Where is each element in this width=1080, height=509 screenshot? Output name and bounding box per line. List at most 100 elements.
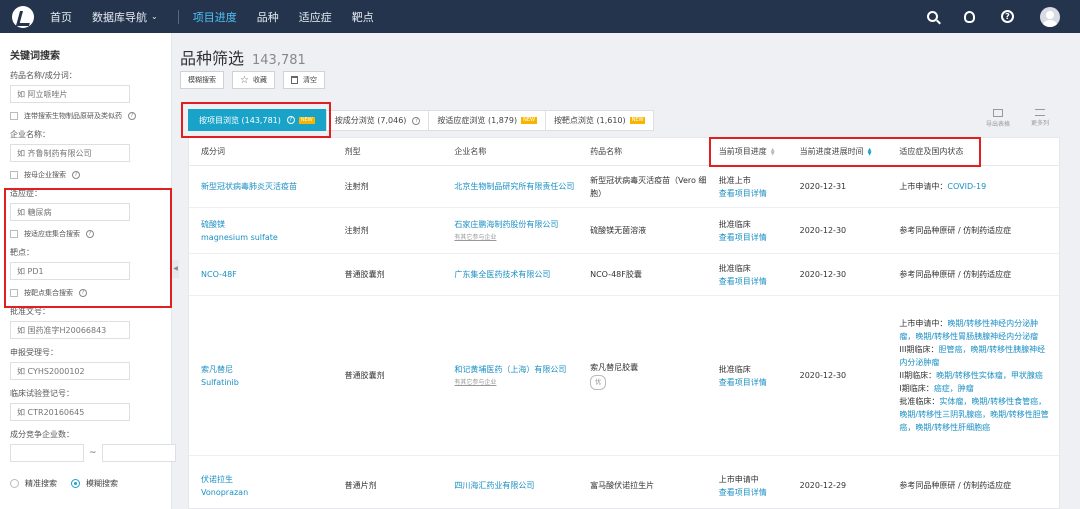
company-link[interactable]: 北京生物制品研究所有限责任公司 [454,180,578,193]
avatar[interactable] [1040,6,1060,27]
approval-number-input[interactable] [10,321,130,339]
company-link[interactable]: 四川海汇药业有限公司 [454,479,578,492]
exact-search-label: 精准搜索 [25,479,57,488]
lightbulb-icon[interactable] [964,10,975,23]
ingredient-en-link[interactable]: magnesium sulfate [201,231,333,244]
progress-date-cell: 2020-12-29 [799,481,847,490]
progress-cell: 批准临床 查看项目详情 [707,296,788,455]
company-cell: 北京生物制品研究所有限责任公司 [442,166,578,207]
tab-by-target[interactable]: 按靶点浏览 (1,610) NEW [545,110,655,131]
indication-entry: II期临床：晚期/转移性实体瘤，甲状腺癌 [899,369,1051,382]
company-link[interactable]: 广东集全医药技术有限公司 [454,268,578,281]
progress-status: 批准临床 [718,263,751,273]
clear-button[interactable]: 清空 [282,71,325,89]
fuzzy-search-button[interactable]: 模糊搜索 [180,71,224,89]
nav-home[interactable]: 首页 [50,9,72,25]
biosimilar-checkbox-row[interactable]: 连带搜索生物制品原研及类似药? [10,111,161,121]
trial-number-label: 临床试验登记号： [10,389,74,398]
ingredient-link[interactable]: 索凡替尼 [201,363,333,376]
other-companies-link[interactable]: 有其它参与企业 [454,376,578,389]
search-icon[interactable] [927,11,938,22]
tab-by-ingredient[interactable]: 按成分浏览 (7,046)? [325,110,430,131]
view-project-details-link[interactable]: 查看项目详情 [719,275,788,288]
drug-name-cell: 新型冠状病毒灭活疫苗（Vero 细胞） [578,166,707,207]
tab-by-indication[interactable]: 按适应症浏览 (1,879) NEW [429,110,546,131]
drug-name-label: 药品名称/成分词： [10,71,77,80]
ingredient-link[interactable]: 硫酸镁 [201,218,333,231]
indication-link[interactable]: 癌症，肿瘤 [934,384,974,393]
indication-phase: 上市申请中： [899,319,948,328]
table-body: 新型冠状病毒肺炎灭活疫苗 注射剂 北京生物制品研究所有限责任公司 新型冠状病毒灭活疫苗… [189,166,1059,508]
view-project-details-link[interactable]: 查看项目详情 [719,187,788,200]
dosage-form-cell: 普通胶囊剂 [344,270,385,279]
page-title-text: 品种筛选 [180,49,245,68]
header-drug-name: 药品名称 [590,147,623,156]
indication-phase: 参考同品种原研 / 仿制药适应症 [899,226,1012,235]
header-dosage-form: 剂型 [344,147,361,156]
nav-varieties[interactable]: 品种 [257,9,279,25]
view-project-details-link[interactable]: 查看项目详情 [719,486,788,499]
company-cell: 石家庄鹏海制药股份有限公司 有其它参与企业 [442,208,578,253]
help-icon[interactable]: ? [1001,10,1014,23]
view-project-details-link[interactable]: 查看项目详情 [719,376,788,389]
other-companies-link[interactable]: 有其它参与企业 [454,231,578,244]
indication-phase: III期临床： [899,345,939,354]
nav-project-progress[interactable]: 项目进度 [193,9,237,25]
indication-entry: 参考同品种原研 / 仿制药适应症 [899,479,1051,492]
parent-company-checkbox[interactable] [10,171,18,179]
progress-date-cell: 2020-12-30 [799,226,847,235]
favorite-button[interactable]: ☆ 收藏 [232,71,275,89]
nav-database-guide[interactable]: 数据库导航 ⌄ [92,9,158,25]
table-row: 新型冠状病毒肺炎灭活疫苗 注射剂 北京生物制品研究所有限责任公司 新型冠状病毒灭活疫苗… [189,166,1059,208]
export-table-button[interactable]: 导出表格 [980,109,1016,128]
result-count: 143,781 [252,53,306,68]
progress-status: 批准临床 [718,219,751,229]
company-link[interactable]: 石家庄鹏海制药股份有限公司 [454,218,578,231]
nav-indications[interactable]: 适应症 [299,9,332,25]
columns-icon [1035,109,1045,116]
drug-name-cell: 硫酸镁无菌溶液 [578,208,707,253]
progress-cell: 上市申请中 查看项目详情 [707,456,788,508]
application-number-input[interactable] [10,362,130,380]
table-row: 伏诺拉生 Vonoprazan 普通片剂 四川海汇药业有限公司 富马酸伏诺拉生片 上市申请… [189,456,1059,508]
competitor-max-input[interactable] [101,444,176,462]
drug-name: 富马酸伏诺拉生片 [590,481,655,490]
indication-cell: 上市申请中：晚期/转移性神经内分泌肿瘤，晚期/转移性胃肠胰腺神经内分泌瘤 III期… [887,296,1059,455]
tab-label: 按成分浏览 (7,046) [334,116,407,125]
competitor-min-input[interactable] [10,444,84,462]
ingredient-en-link[interactable]: Vonoprazan [201,486,333,499]
exact-search-radio[interactable] [10,479,19,488]
drug-name-input[interactable] [10,85,130,103]
drug-name: 硫酸镁无菌溶液 [590,226,647,235]
more-columns-button[interactable]: 更多列 [1022,109,1058,128]
sidebar-collapse-handle[interactable]: ◀ [172,260,179,278]
ingredient-link[interactable]: 新型冠状病毒肺炎灭活疫苗 [201,180,333,193]
ingredient-link[interactable]: 伏诺拉生 [201,473,333,486]
company-name-input[interactable] [10,144,130,162]
info-icon[interactable]: ? [412,116,421,125]
info-icon[interactable]: ? [128,112,136,120]
indication-link[interactable]: COVID-19 [947,182,986,191]
trial-number-input[interactable] [10,403,130,421]
table-tools: 导出表格 更多列 [974,109,1058,128]
view-project-details-link[interactable]: 查看项目详情 [719,231,788,244]
app-logo-icon[interactable] [12,5,34,28]
ingredient-link[interactable]: NCO-48F [201,268,333,281]
biosimilar-checkbox[interactable] [10,112,18,120]
indication-link[interactable]: 晚期/转移性实体瘤，甲状腺癌 [936,371,1043,380]
indication-entry: 上市申请中：COVID-19 [899,180,1051,193]
drug-name: NCO-48F胶囊 [590,270,642,279]
fuzzy-search-radio[interactable] [71,479,80,488]
ingredient-cell: NCO-48F [189,254,333,295]
drug-name-cell: 索凡替尼胶囊优 [578,296,707,455]
parent-company-checkbox-row[interactable]: 按母企业搜索? [10,170,161,180]
info-icon[interactable]: ? [72,171,80,179]
toolbar: 模糊搜索 ☆ 收藏 清空 [180,71,333,89]
ingredient-en-link[interactable]: Sulfatinib [201,376,333,389]
chevron-down-icon: ⌄ [151,12,158,21]
dosage-form-cell: 普通片剂 [344,481,377,490]
company-link[interactable]: 和记黄埔医药（上海）有限公司 [454,363,578,376]
biosimilar-checkbox-label: 连带搜索生物制品原研及类似药 [24,112,122,120]
nav-targets[interactable]: 靶点 [352,9,374,25]
tab-highlight [181,102,331,138]
